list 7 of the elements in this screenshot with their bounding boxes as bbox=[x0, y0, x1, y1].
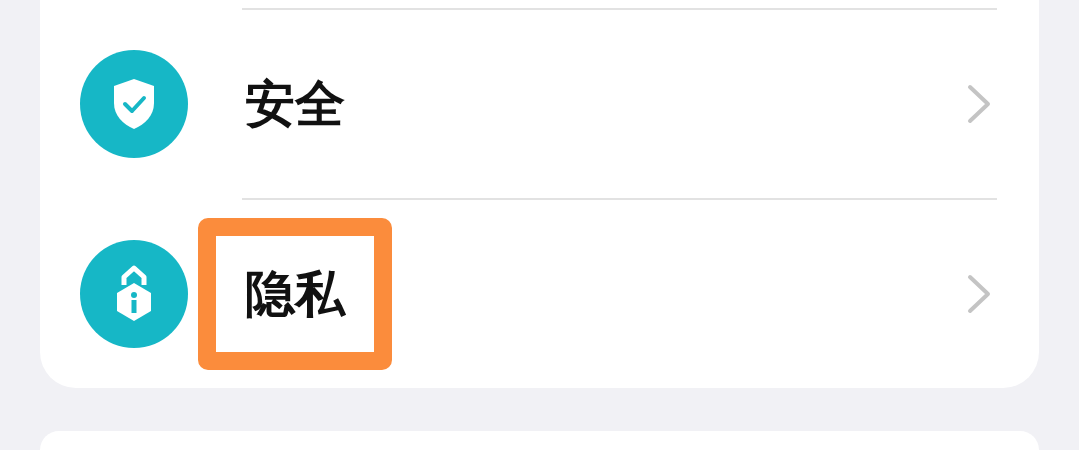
shield-check-icon bbox=[111, 77, 157, 131]
chevron-right-icon bbox=[967, 84, 991, 124]
chevron-right-icon bbox=[967, 274, 991, 314]
settings-item[interactable]: 隐私 bbox=[40, 200, 1039, 388]
item-label: 隐私 bbox=[198, 218, 392, 370]
settings-item[interactable]: 安全 bbox=[40, 10, 1039, 198]
item-label: 安全 bbox=[244, 74, 346, 135]
